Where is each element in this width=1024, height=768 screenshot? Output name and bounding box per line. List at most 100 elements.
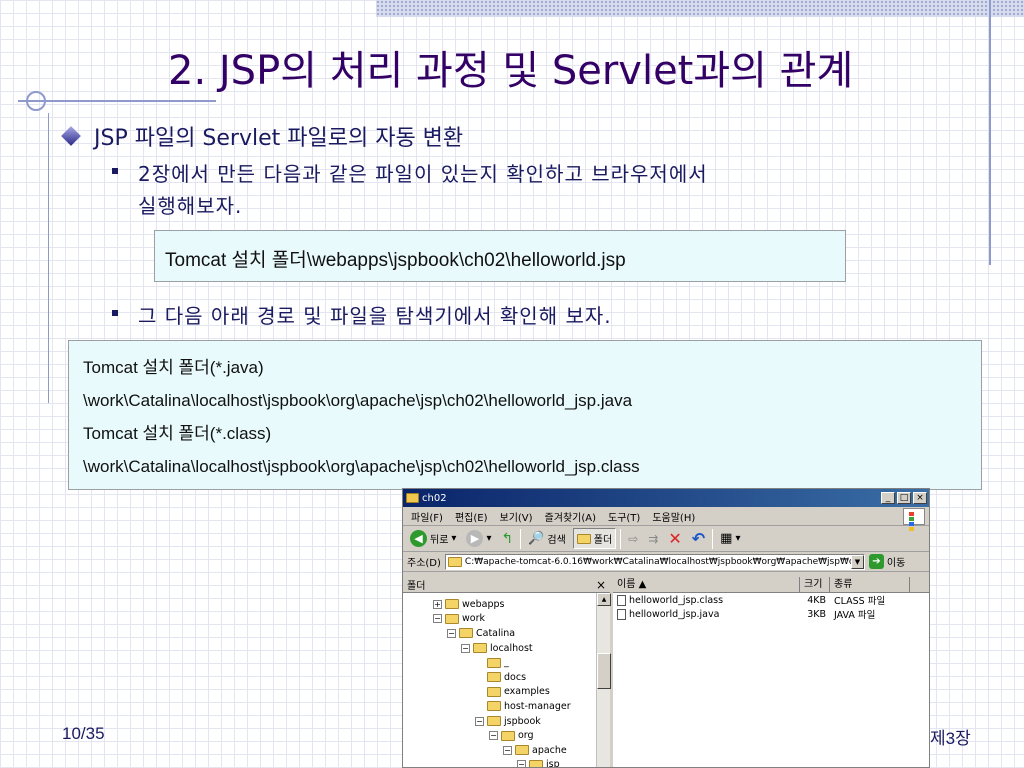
folder-icon <box>406 493 419 503</box>
column-name[interactable]: 이름 ▲ <box>613 577 800 592</box>
forward-button[interactable]: ▶ ▾ <box>463 528 494 549</box>
square-bullet-icon <box>112 310 118 316</box>
tree-item-label: examples <box>504 686 550 698</box>
tree-item[interactable]: host-manager <box>403 699 610 714</box>
folder-pane-title: 폴더 <box>407 581 426 592</box>
folder-tree: + webapps − work − Catalina − localhost _ docs exa… <box>403 593 610 768</box>
window-titlebar[interactable]: ch02 _ □ × <box>403 489 929 507</box>
tree-expander-icon[interactable]: − <box>461 643 470 653</box>
file-row[interactable]: helloworld_jsp.class 4KB CLASS 파일 <box>613 593 929 607</box>
java-file-icon <box>617 608 626 620</box>
tree-expander-icon[interactable]: − <box>489 731 498 741</box>
menu-file[interactable]: 파일(F) <box>411 509 443 524</box>
folder-pane: 폴더 × + webapps − work − Catalina − localhost _ do… <box>403 577 613 767</box>
tree-item[interactable]: − org <box>403 728 610 743</box>
minimize-button[interactable]: _ <box>881 492 895 504</box>
chapter-label: 제3장 <box>930 729 971 748</box>
tree-expander-icon[interactable]: − <box>447 628 456 638</box>
views-button[interactable]: ▦ ▾ <box>717 529 743 548</box>
search-icon: 🔎 <box>528 531 545 546</box>
file-list-header: 이름 ▲ 크기 종류 <box>613 577 929 593</box>
close-button[interactable]: × <box>913 492 927 504</box>
menu-help[interactable]: 도움말(H) <box>652 509 695 524</box>
delete-button[interactable]: ✕ <box>665 527 684 550</box>
tree-item-label: docs <box>504 671 527 683</box>
tree-expander-icon[interactable]: − <box>433 614 442 624</box>
copy-to-icon: ⇉ <box>648 531 659 546</box>
toolbar-separator <box>520 528 522 549</box>
back-label: 뒤로 <box>430 535 449 546</box>
sub-bullet-1-line2: 실행해보자. <box>138 194 243 218</box>
file-row[interactable]: helloworld_jsp.java 3KB JAVA 파일 <box>613 607 929 621</box>
folder-icon <box>459 628 473 639</box>
folder-icon <box>445 599 459 610</box>
file-size: 4KB <box>807 594 826 606</box>
undo-button[interactable]: ↶ <box>689 527 708 550</box>
path-line: Tomcat 설치 폴더(*.class) <box>83 424 272 443</box>
tree-item[interactable]: − work <box>403 612 610 627</box>
search-label: 검색 <box>547 535 566 546</box>
tree-item[interactable]: _ <box>403 655 610 670</box>
diamond-bullet-icon <box>61 126 81 146</box>
tree-item-label: jsp <box>546 759 560 768</box>
close-icon[interactable]: × <box>596 578 606 592</box>
address-value: C:₩apache-tomcat-6.0.16₩work₩Catalina₩lo… <box>464 556 865 567</box>
tree-item[interactable]: − apache <box>403 743 610 758</box>
tree-item[interactable]: − jsp <box>403 758 610 768</box>
menu-tools[interactable]: 도구(T) <box>608 509 640 524</box>
file-size: 3KB <box>807 608 826 620</box>
file-list-pane: 이름 ▲ 크기 종류 helloworld_jsp.class 4KB CLAS… <box>613 577 929 767</box>
up-folder-button[interactable]: ↰ <box>498 529 516 549</box>
tree-expander-icon[interactable]: − <box>475 716 484 726</box>
sub-bullet-1-line1: 2장에서 만든 다음과 같은 파일이 있는지 확인하고 브라우저에서 <box>138 162 708 186</box>
up-folder-icon: ↰ <box>501 530 514 547</box>
copy-to-button[interactable]: ⇉ <box>645 530 661 548</box>
top-decor-band <box>376 0 1024 17</box>
address-bar: 주소(D) C:₩apache-tomcat-6.0.16₩work₩Catal… <box>403 552 929 572</box>
tree-item-label: apache <box>532 744 567 756</box>
tree-item[interactable]: docs <box>403 670 610 685</box>
tree-expander-icon[interactable]: − <box>503 745 512 755</box>
folder-icon <box>487 701 501 712</box>
dropdown-icon: ▾ <box>735 533 741 544</box>
search-button[interactable]: 🔎 검색 <box>525 529 569 548</box>
go-button[interactable]: ➔ 이동 <box>868 554 905 569</box>
tree-expander-icon[interactable]: + <box>433 599 442 609</box>
tree-item-label: _ <box>504 657 509 669</box>
toolbar-separator <box>620 528 622 549</box>
scroll-up-icon[interactable]: ▲ <box>597 593 611 606</box>
tree-item[interactable]: + webapps <box>403 597 610 612</box>
address-input[interactable]: C:₩apache-tomcat-6.0.16₩work₩Catalina₩lo… <box>444 553 865 570</box>
folders-button[interactable]: 폴더 <box>572 528 617 549</box>
back-button[interactable]: ◀ 뒤로 ▾ <box>407 528 459 549</box>
tree-item[interactable]: − jspbook <box>403 714 610 729</box>
tree-item[interactable]: examples <box>403 685 610 700</box>
tree-item[interactable]: − Catalina <box>403 626 610 641</box>
page-number: 10/35 <box>62 724 105 743</box>
decor-vertical-line-right <box>989 0 991 265</box>
maximize-button[interactable]: □ <box>897 492 911 504</box>
menu-edit[interactable]: 편집(E) <box>455 509 488 524</box>
tree-item[interactable]: − localhost <box>403 641 610 656</box>
scroll-thumb[interactable] <box>597 653 611 689</box>
path-line: \work\Catalina\localhost\jspbook\org\apa… <box>83 457 640 476</box>
explorer-panes: 폴더 × + webapps − work − Catalina − localhost _ do… <box>403 577 929 767</box>
folder-icon <box>576 533 591 544</box>
tree-expander-icon[interactable]: − <box>517 760 526 767</box>
column-type[interactable]: 종류 <box>830 577 910 592</box>
folders-label: 폴더 <box>593 535 613 546</box>
column-size[interactable]: 크기 <box>800 577 830 592</box>
tree-item-label: org <box>518 730 534 742</box>
tree-item-label: host-manager <box>504 700 571 712</box>
folder-pane-scrollbar[interactable]: ▲ <box>596 593 611 767</box>
tree-item-label: Catalina <box>476 627 516 639</box>
address-dropdown-icon[interactable]: ▼ <box>850 554 864 569</box>
delete-icon: ✕ <box>668 529 682 548</box>
dropdown-icon: ▾ <box>486 533 492 544</box>
menu-view[interactable]: 보기(V) <box>500 509 533 524</box>
menu-favorites[interactable]: 즐겨찾기(A) <box>545 509 596 524</box>
move-to-button[interactable]: ⇨ <box>625 530 641 548</box>
folder-pane-header: 폴더 × <box>403 577 610 593</box>
